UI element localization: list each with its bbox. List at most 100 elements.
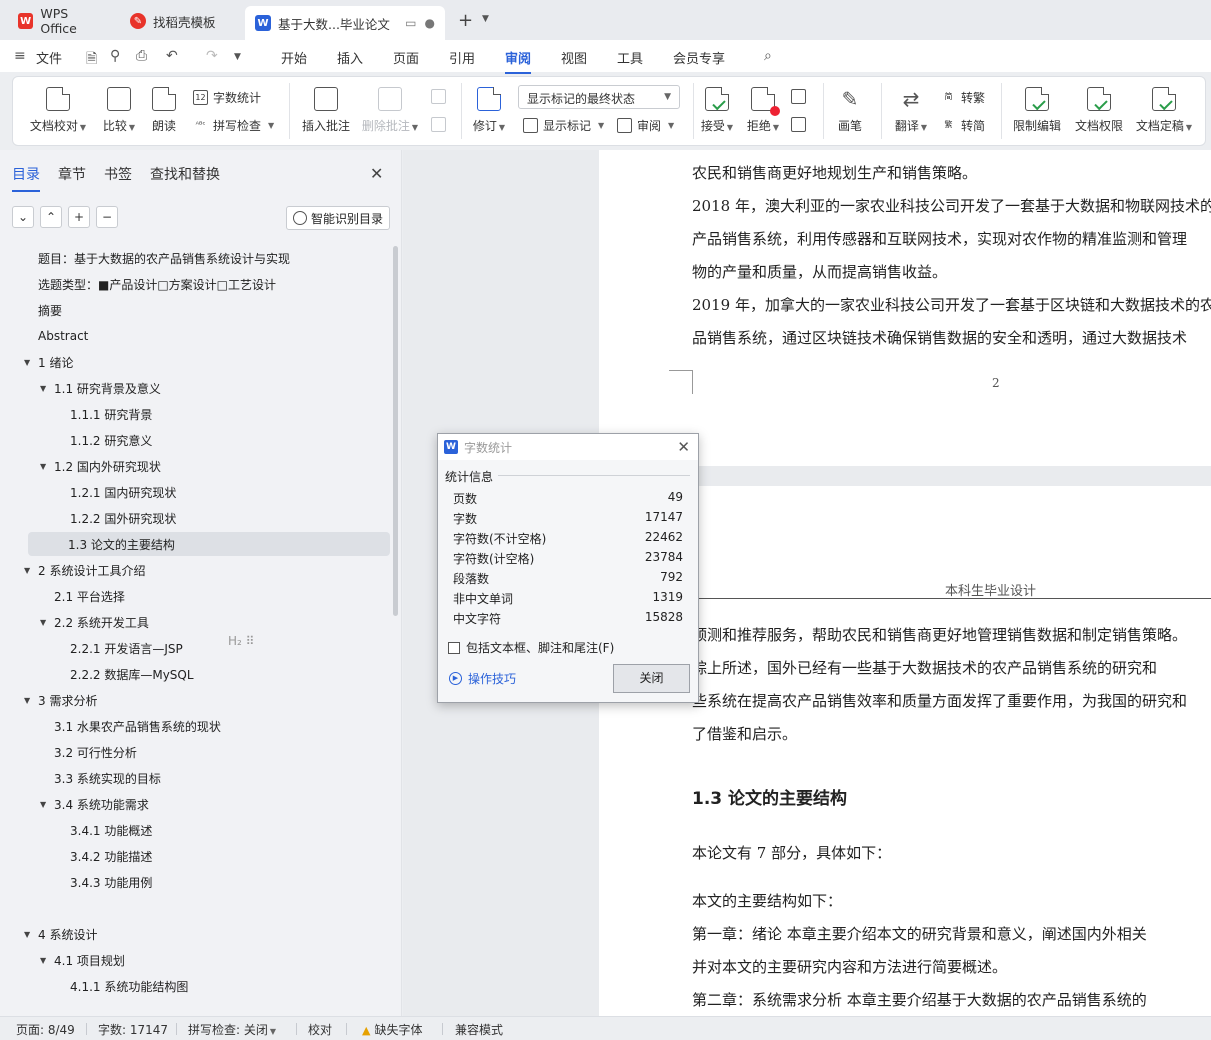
accept-button[interactable]: 接受 ▼ [699, 87, 735, 134]
expand-triangle-icon[interactable]: ▼ [24, 358, 38, 367]
doc-finalize-button[interactable]: 文档定稿 ▼ [1133, 87, 1195, 134]
expand-triangle-icon[interactable]: ▼ [40, 800, 54, 809]
section-heading[interactable]: 1.3 论文的主要结构 [692, 784, 847, 809]
search-icon[interactable]: ⌕ [764, 48, 772, 64]
expand-triangle-icon[interactable]: ▼ [40, 618, 54, 627]
toc-item[interactable]: 3.2 可行性分析 [0, 740, 137, 764]
toc-item[interactable]: ▼ 3.4 系统功能需求 [0, 792, 149, 816]
toc-item[interactable]: 2.1 平台选择 [0, 584, 125, 608]
nav-tab-toc[interactable]: 目录 [12, 164, 40, 192]
toc-item[interactable]: Abstract [0, 324, 88, 348]
menu-reference[interactable]: 引用 [449, 48, 475, 67]
next-comment-icon[interactable] [431, 117, 446, 132]
undo-icon[interactable]: ↶ [166, 48, 178, 64]
next-change-icon[interactable] [791, 117, 806, 132]
expand-triangle-icon[interactable]: ▼ [40, 956, 54, 965]
redo-icon[interactable]: ↷ [206, 48, 218, 64]
prev-comment-icon[interactable] [431, 89, 446, 104]
menu-page[interactable]: 页面 [393, 48, 419, 67]
page-indicator[interactable]: 页面: 8/49 [16, 1021, 75, 1038]
doc-check-button[interactable]: 文档校对 ▼ [29, 87, 87, 134]
spell-check-indicator[interactable]: 拼写检查: 关闭 ▼ [188, 1021, 276, 1038]
toc-item[interactable]: ▼ 4.1 项目规划 [0, 948, 125, 972]
to-simplified-button[interactable]: 繁 转简 [941, 117, 986, 134]
print-preview-icon[interactable]: ⎙ [136, 48, 147, 64]
menu-insert[interactable]: 插入 [337, 48, 363, 67]
toc-item[interactable]: 1.1.1 研究背景 [0, 402, 152, 426]
expand-triangle-icon[interactable]: ▼ [40, 384, 54, 393]
restrict-edit-button[interactable]: 限制编辑 [1011, 87, 1063, 134]
expand-triangle-icon[interactable]: ▼ [24, 930, 38, 939]
toc-item[interactable]: 1.3 论文的主要结构 [28, 532, 390, 556]
toc-item[interactable]: 选题类型：■产品设计□方案设计□工艺设计 [0, 272, 276, 296]
nav-tab-bookmarks[interactable]: 书签 [104, 164, 132, 184]
collapse-down-button[interactable]: ⌄ [12, 206, 34, 228]
chevron-down-icon[interactable]: ▼ [234, 52, 241, 62]
menu-member[interactable]: 会员专享 [673, 48, 725, 67]
toc-item[interactable]: 1.2.2 国外研究现状 [0, 506, 176, 530]
compare-button[interactable]: 比较 ▼ [99, 87, 139, 134]
add-heading-button[interactable]: + [68, 206, 90, 228]
delete-comment-button[interactable]: 删除批注 ▼ [359, 87, 421, 134]
tab-wps-office[interactable]: W WPS Office [8, 6, 116, 36]
scrollbar[interactable] [393, 246, 398, 616]
menu-file[interactable]: 文件 [36, 48, 62, 67]
word-count-button[interactable]: 12 字数统计 [193, 89, 261, 106]
screen-icon[interactable]: ▭ [405, 16, 416, 30]
tab-document[interactable]: W 基于大数...毕业论文 ▭ ● [245, 6, 445, 40]
to-traditional-button[interactable]: 简 转繁 [941, 89, 986, 106]
toc-item[interactable]: 1.1.2 研究意义 [0, 428, 152, 452]
revise-button[interactable]: 修订 ▼ [469, 87, 509, 134]
toc-item[interactable]: ▼ 1.1 研究背景及意义 [0, 376, 161, 400]
checkbox-box[interactable] [448, 641, 460, 654]
expand-triangle-icon[interactable]: ▼ [24, 566, 38, 575]
toc-item[interactable]: 3.4.3 功能用例 [0, 870, 152, 894]
word-count-indicator[interactable]: 字数: 17147 [98, 1021, 168, 1038]
tab-template[interactable]: ✎ 找稻壳模板 [120, 6, 240, 36]
toc-item[interactable]: 摘要 [0, 298, 62, 322]
spell-check-button[interactable]: ᴬᴮᶜ 拼写检查 ▼ [193, 117, 275, 134]
toc-item[interactable]: ▼ 2.2 系统开发工具 [0, 610, 149, 634]
doc-permission-button[interactable]: 文档权限 [1073, 87, 1125, 134]
close-icon[interactable]: ✕ [370, 164, 383, 183]
markup-mode-dropdown[interactable]: 显示标记的最终状态 ▼ [518, 85, 680, 109]
remove-heading-button[interactable]: − [96, 206, 118, 228]
toc-item[interactable]: 3.4.2 功能描述 [0, 844, 152, 868]
tips-link[interactable]: ▶ 操作技巧 [449, 670, 516, 687]
toc-item[interactable]: 2.2.2 数据库—MySQL [0, 662, 194, 686]
prev-change-icon[interactable] [791, 89, 806, 104]
save-icon[interactable]: 🗎 [86, 48, 97, 72]
include-textbox-checkbox[interactable]: 包括文本框、脚注和尾注(F) [448, 639, 614, 656]
review-pane-button[interactable]: 审阅 ▼ [617, 117, 674, 134]
close-icon[interactable]: ✕ [677, 438, 690, 456]
smart-toc-button[interactable]: 智能识别目录 [286, 206, 390, 230]
translate-button[interactable]: ⇄ 翻译 ▼ [893, 87, 929, 134]
hamburger-icon[interactable]: ≡ [14, 48, 26, 64]
share-icon[interactable]: ⚲ [110, 48, 120, 64]
reject-button[interactable]: 拒绝 ▼ [745, 87, 781, 134]
toc-item[interactable]: 1.2.1 国内研究现状 [0, 480, 176, 504]
collapse-up-button[interactable]: ⌃ [40, 206, 62, 228]
nav-tab-sections[interactable]: 章节 [58, 164, 86, 184]
toc-item[interactable]: 3.1 水果农产品销售系统的现状 [0, 714, 221, 738]
toc-item[interactable]: ▼ 1 绪论 [0, 350, 73, 374]
toc-item[interactable]: 3.4.1 功能概述 [0, 818, 152, 842]
toc-item[interactable]: 题目：基于大数据的农产品销售系统设计与实现 [0, 246, 290, 270]
toc-item[interactable]: 4.1.1 系统功能结构图 [0, 974, 188, 998]
toc-item[interactable]: ▼ 1.2 国内外研究现状 [0, 454, 161, 478]
menu-review[interactable]: 审阅 [505, 48, 532, 74]
expand-triangle-icon[interactable]: ▼ [24, 696, 38, 705]
insert-comment-button[interactable]: 插入批注 [301, 87, 351, 134]
toc-item[interactable]: ▼ 4 系统设计 [0, 922, 97, 946]
menu-tools[interactable]: 工具 [617, 48, 643, 67]
chevron-down-icon[interactable]: ▼ [482, 14, 489, 24]
menu-view[interactable]: 视图 [561, 48, 587, 67]
menu-start[interactable]: 开始 [281, 48, 307, 67]
toc-item[interactable]: 2.2.1 开发语言—JSP [0, 636, 183, 660]
heading-level-icon[interactable]: H₂ ⠿ [228, 634, 254, 648]
pen-button[interactable]: ✎ 画笔 [835, 87, 865, 134]
read-aloud-button[interactable]: 朗读 [149, 87, 179, 134]
toc-item[interactable]: ▼ 2 系统设计工具介绍 [0, 558, 145, 582]
expand-triangle-icon[interactable]: ▼ [40, 462, 54, 471]
missing-font-indicator[interactable]: ▲ 缺失字体 [362, 1021, 422, 1038]
